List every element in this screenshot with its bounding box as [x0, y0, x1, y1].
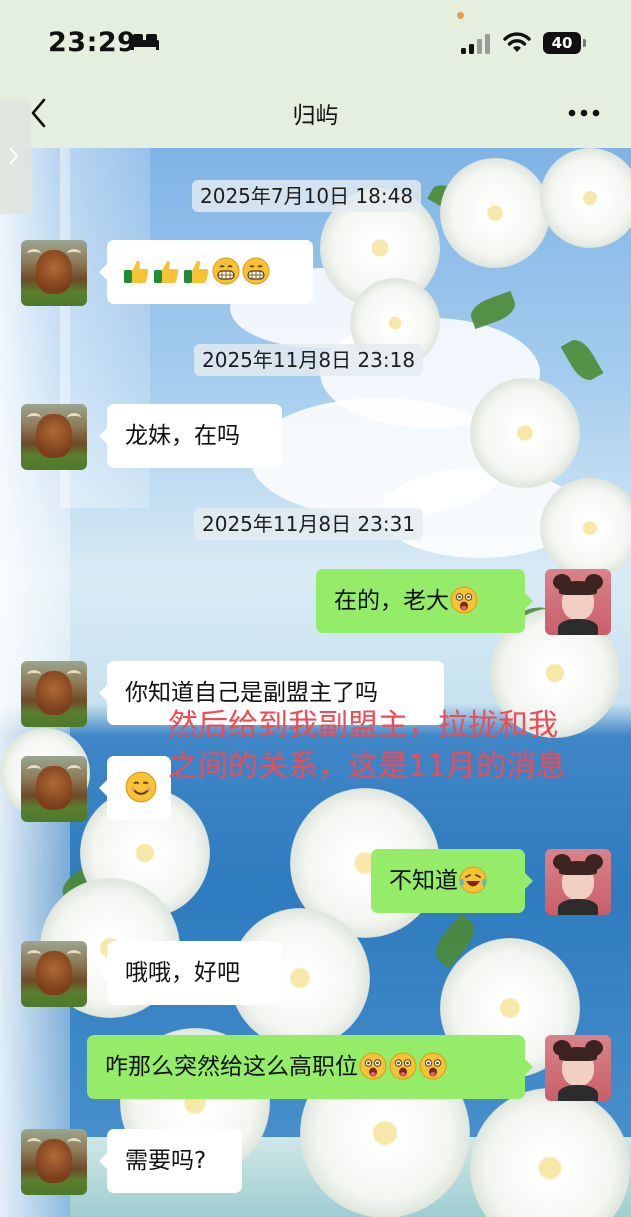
message-bubble-incoming[interactable] — [99, 756, 171, 820]
contact-avatar[interactable] — [21, 941, 87, 1007]
grin-emoji-icon — [242, 257, 270, 284]
timestamp: 2025年11月8日 23:31 — [194, 508, 424, 540]
thumbs-up-emoji-icon — [124, 260, 149, 283]
sleep-bed-icon — [131, 34, 159, 50]
thumbs-up-emoji-icon — [184, 260, 209, 283]
contact-avatar[interactable] — [21, 756, 87, 822]
message-bubble-outgoing[interactable]: 在的，老大 — [316, 569, 533, 633]
contact-avatar[interactable] — [21, 404, 87, 470]
thumbs-up-emoji-icon — [154, 260, 179, 283]
my-avatar[interactable] — [545, 1035, 611, 1101]
astonished-emoji-icon — [450, 586, 478, 613]
contact-avatar[interactable] — [21, 661, 87, 727]
wifi-icon — [503, 32, 531, 52]
chat-header: 归屿 — [0, 86, 631, 148]
message-text: 你知道自己是副盟主了吗 — [125, 680, 378, 706]
status-bar: 23:29 40 — [0, 0, 631, 86]
my-avatar[interactable] — [545, 569, 611, 635]
cellular-signal-icon — [461, 34, 493, 54]
side-expand-tab[interactable] — [0, 100, 31, 214]
battery-level: 40 — [543, 32, 581, 54]
message-bubble-outgoing[interactable]: 不知道 — [371, 849, 533, 913]
status-time: 23:29 — [48, 27, 137, 58]
message-text: 不知道 — [389, 868, 458, 894]
astonished-emoji-icon — [389, 1052, 417, 1079]
grin-emoji-icon — [212, 257, 240, 284]
more-options-icon[interactable] — [567, 108, 601, 118]
contact-avatar[interactable] — [21, 240, 87, 306]
laugh-cry-emoji-icon — [459, 866, 487, 893]
message-text: 龙妹，在吗 — [125, 423, 240, 449]
battery-tip — [583, 39, 586, 47]
message-text: 哦哦，好吧 — [125, 960, 240, 986]
red-annotation-text: 然后给到我副盟主，拉拢和我之间的关系，这是11月的消息 — [168, 708, 567, 784]
message-bubble-outgoing[interactable]: 咋那么突然给这么高职位 — [87, 1035, 533, 1099]
contact-avatar[interactable] — [21, 1129, 87, 1195]
astonished-emoji-icon — [419, 1052, 447, 1079]
chat-title: 归屿 — [292, 103, 339, 129]
message-bubble-incoming[interactable] — [99, 240, 313, 304]
timestamp: 2025年7月10日 18:48 — [192, 180, 422, 212]
message-text: 需要吗? — [125, 1148, 207, 1174]
timestamp: 2025年11月8日 23:18 — [194, 344, 424, 376]
my-avatar[interactable] — [545, 849, 611, 915]
message-text: 在的，老大 — [334, 588, 449, 614]
message-bubble-incoming[interactable]: 哦哦，好吧 — [99, 941, 282, 1005]
message-bubble-incoming[interactable]: 需要吗? — [99, 1129, 242, 1193]
smile-emoji-icon — [125, 771, 157, 802]
astonished-emoji-icon — [359, 1052, 387, 1079]
privacy-indicator-dot — [457, 12, 464, 19]
chevron-right-icon — [10, 148, 19, 164]
message-bubble-incoming[interactable]: 龙妹，在吗 — [99, 404, 282, 468]
message-text: 咋那么突然给这么高职位 — [105, 1054, 358, 1080]
